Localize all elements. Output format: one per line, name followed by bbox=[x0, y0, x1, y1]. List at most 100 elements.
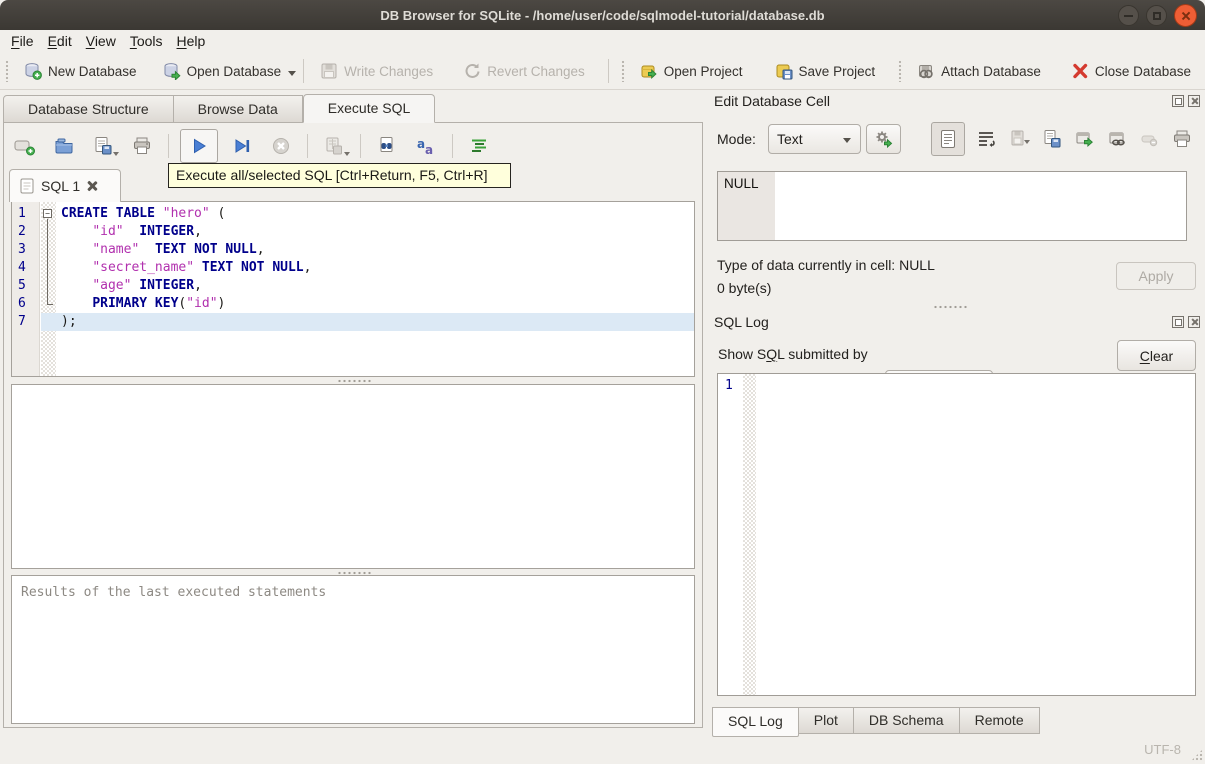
toolbar-separator bbox=[452, 134, 453, 158]
minimize-button[interactable] bbox=[1118, 5, 1139, 26]
close-panel-icon[interactable] bbox=[1188, 95, 1200, 107]
maximize-icon bbox=[1152, 11, 1161, 20]
close-database-button[interactable]: Close Database bbox=[1062, 57, 1200, 85]
format-sql-button[interactable] bbox=[464, 131, 494, 161]
set-null-button[interactable] bbox=[1139, 129, 1160, 149]
open-sql-file-button[interactable] bbox=[49, 131, 79, 161]
open-in-external-button[interactable] bbox=[1074, 129, 1095, 149]
menu-help[interactable]: Help bbox=[176, 31, 219, 52]
write-changes-icon bbox=[321, 63, 337, 79]
close-panel-icon[interactable] bbox=[1188, 316, 1200, 328]
window-controls bbox=[1118, 4, 1197, 27]
dock-tab-db-schema[interactable]: DB Schema bbox=[853, 707, 960, 734]
splitter-handle[interactable] bbox=[337, 379, 371, 383]
maximize-button[interactable] bbox=[1146, 5, 1167, 26]
copy-link-button[interactable] bbox=[1107, 129, 1128, 149]
tab-browse-data[interactable]: Browse Data bbox=[173, 95, 303, 123]
chevron-down-icon bbox=[843, 138, 851, 147]
open-database-dropdown-arrow[interactable] bbox=[288, 71, 297, 80]
sql-document-tab[interactable]: SQL 1 bbox=[9, 169, 121, 202]
sql-log-dock-icons bbox=[1172, 316, 1200, 328]
auto-completion-button[interactable]: a a bbox=[411, 131, 441, 161]
attach-database-button[interactable]: Attach Database bbox=[908, 57, 1050, 85]
open-project-button[interactable]: Open Project bbox=[631, 57, 752, 85]
code-line-6[interactable]: 6 PRIMARY KEY("id") bbox=[12, 295, 694, 313]
text-mode-button[interactable] bbox=[931, 122, 965, 156]
tab-execute-sql[interactable]: Execute SQL bbox=[302, 94, 436, 123]
revert-changes-button[interactable]: Revert Changes bbox=[454, 57, 594, 85]
code-line-4[interactable]: 4 "secret_name" TEXT NOT NULL, bbox=[12, 259, 694, 277]
print-cell-button[interactable] bbox=[1171, 129, 1192, 149]
results-grid-pane[interactable] bbox=[11, 384, 695, 569]
mode-value: Text bbox=[777, 131, 803, 147]
code-line-7[interactable]: 7); bbox=[12, 313, 694, 331]
revert-changes-label: Revert Changes bbox=[487, 63, 585, 79]
dock-tab-remote[interactable]: Remote bbox=[959, 707, 1040, 734]
save-file-icon bbox=[95, 137, 112, 155]
database-open-icon bbox=[164, 63, 181, 80]
save-project-button[interactable]: Save Project bbox=[766, 57, 885, 85]
write-changes-button[interactable]: Write Changes bbox=[311, 57, 442, 85]
execute-all-button[interactable] bbox=[180, 129, 218, 163]
save-file-dropdown-arrow[interactable] bbox=[113, 152, 119, 159]
new-database-button[interactable]: New Database bbox=[15, 57, 146, 85]
dock-tab-plot[interactable]: Plot bbox=[798, 707, 854, 734]
mode-label: Mode: bbox=[717, 131, 756, 147]
cell-editor[interactable]: NULL bbox=[717, 171, 1187, 241]
toolbar-drag-handle[interactable] bbox=[5, 60, 10, 82]
new-tab-icon bbox=[14, 140, 35, 156]
dock-tab-sql-log[interactable]: SQL Log bbox=[712, 707, 799, 737]
execute-line-icon bbox=[235, 139, 250, 153]
open-project-label: Open Project bbox=[663, 63, 743, 79]
messages-pane[interactable]: Results of the last executed statements bbox=[11, 575, 695, 724]
menu-view[interactable]: View bbox=[85, 31, 129, 52]
save-sql-file-button[interactable] bbox=[88, 131, 119, 161]
edit-cell-dock-icons bbox=[1172, 95, 1200, 107]
resize-grip[interactable] bbox=[1191, 749, 1203, 761]
close-tab-icon[interactable] bbox=[87, 181, 98, 192]
log-fold-margin bbox=[743, 374, 756, 695]
code-line-3[interactable]: 3 "name" TEXT NOT NULL, bbox=[12, 241, 694, 259]
save-results-button[interactable] bbox=[319, 131, 350, 161]
encoding-indicator[interactable]: UTF-8 bbox=[1144, 742, 1181, 757]
export-cell-data-button[interactable] bbox=[1041, 129, 1062, 149]
float-panel-icon[interactable] bbox=[1172, 95, 1184, 107]
menu-edit[interactable]: Edit bbox=[47, 31, 85, 52]
title-bar[interactable]: DB Browser for SQLite - /home/user/code/… bbox=[0, 0, 1205, 30]
sql-code-editor[interactable]: 1− CREATE TABLE "hero" (2 "id" INTEGER, 3 … bbox=[11, 201, 695, 377]
apply-button[interactable]: Apply bbox=[1116, 262, 1196, 290]
import-cell-data-button[interactable] bbox=[1008, 129, 1030, 149]
code-line-5[interactable]: 5 "age" INTEGER, bbox=[12, 277, 694, 295]
clear-log-button[interactable]: Clear bbox=[1117, 340, 1196, 371]
cell-type-info: Type of data currently in cell: NULL bbox=[717, 257, 935, 273]
splitter-handle[interactable] bbox=[933, 305, 967, 309]
set-null-icon bbox=[1141, 135, 1157, 147]
toolbar-drag-handle[interactable] bbox=[898, 60, 904, 82]
find-button[interactable] bbox=[372, 131, 402, 161]
menu-tools[interactable]: Tools bbox=[129, 31, 176, 52]
word-wrap-button[interactable] bbox=[975, 129, 996, 149]
right-dock: Edit Database Cell Mode: Text NULL Type … bbox=[705, 90, 1205, 737]
close-database-icon bbox=[1073, 63, 1088, 79]
toolbar-separator bbox=[168, 134, 169, 158]
sql-file-icon bbox=[20, 178, 34, 194]
float-panel-icon[interactable] bbox=[1172, 316, 1184, 328]
close-button[interactable] bbox=[1174, 4, 1197, 27]
tab-database-structure[interactable]: Database Structure bbox=[3, 95, 174, 123]
stop-icon bbox=[273, 138, 289, 154]
new-sql-tab-button[interactable] bbox=[10, 131, 40, 161]
code-line-1[interactable]: 1− CREATE TABLE "hero" ( bbox=[12, 205, 694, 223]
sql-log-view[interactable]: 1 bbox=[717, 373, 1196, 696]
mode-combobox[interactable]: Text bbox=[768, 124, 861, 154]
code-line-2[interactable]: 2 "id" INTEGER, bbox=[12, 223, 694, 241]
execute-line-button[interactable] bbox=[227, 131, 257, 161]
new-database-label: New Database bbox=[48, 63, 137, 79]
open-database-button[interactable]: Open Database bbox=[154, 57, 291, 85]
auto-switch-mode-button[interactable] bbox=[866, 124, 901, 154]
stop-button[interactable] bbox=[266, 131, 296, 161]
print-button[interactable] bbox=[127, 131, 157, 161]
toolbar-drag-handle[interactable] bbox=[620, 60, 626, 82]
save-results-dropdown-arrow[interactable] bbox=[344, 152, 350, 159]
menu-file[interactable]: File bbox=[10, 31, 47, 52]
auto-completion-icon: a a bbox=[417, 137, 433, 156]
